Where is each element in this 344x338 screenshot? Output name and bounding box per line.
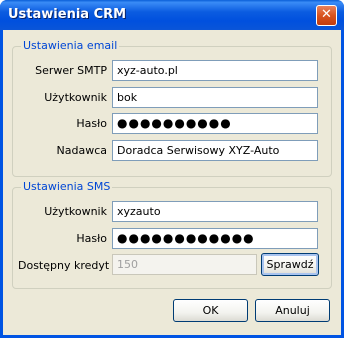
- credit-value-field: 150: [112, 254, 257, 275]
- credit-label: Dostępny kredyt: [18, 259, 110, 272]
- email-user-input[interactable]: bok: [112, 87, 318, 108]
- sms-user-label: Użytkownik: [44, 205, 107, 218]
- close-button[interactable]: ✕: [316, 5, 337, 26]
- dialog-window: Ustawienia CRM ✕ Ustawienia email Serwer…: [0, 0, 344, 338]
- smtp-server-label: Serwer SMTP: [35, 64, 107, 77]
- sms-password-label: Hasło: [76, 232, 107, 245]
- ok-button[interactable]: OK: [173, 299, 248, 322]
- sms-settings-legend: Ustawienia SMS: [21, 180, 113, 193]
- window-title: Ustawienia CRM: [8, 7, 127, 22]
- close-icon: ✕: [321, 7, 332, 22]
- smtp-server-input[interactable]: xyz-auto.pl: [112, 60, 318, 81]
- sender-input[interactable]: Doradca Serwisowy XYZ-Auto: [112, 140, 318, 161]
- email-user-label: Użytkownik: [44, 91, 107, 104]
- email-password-input[interactable]: ●●●●●●●●●●: [112, 113, 318, 134]
- title-bar[interactable]: Ustawienia CRM ✕: [0, 0, 344, 30]
- email-password-label: Hasło: [76, 117, 107, 130]
- dialog-body: Ustawienia email Serwer SMTP xyz-auto.pl…: [3, 30, 341, 335]
- sms-user-input[interactable]: xyzauto: [112, 201, 318, 222]
- sms-password-input[interactable]: ●●●●●●●●●●●●: [112, 228, 318, 249]
- cancel-button[interactable]: Anuluj: [255, 299, 330, 322]
- email-settings-legend: Ustawienia email: [21, 39, 120, 52]
- check-credit-button[interactable]: Sprawdź: [261, 253, 319, 276]
- sender-label: Nadawca: [56, 144, 107, 157]
